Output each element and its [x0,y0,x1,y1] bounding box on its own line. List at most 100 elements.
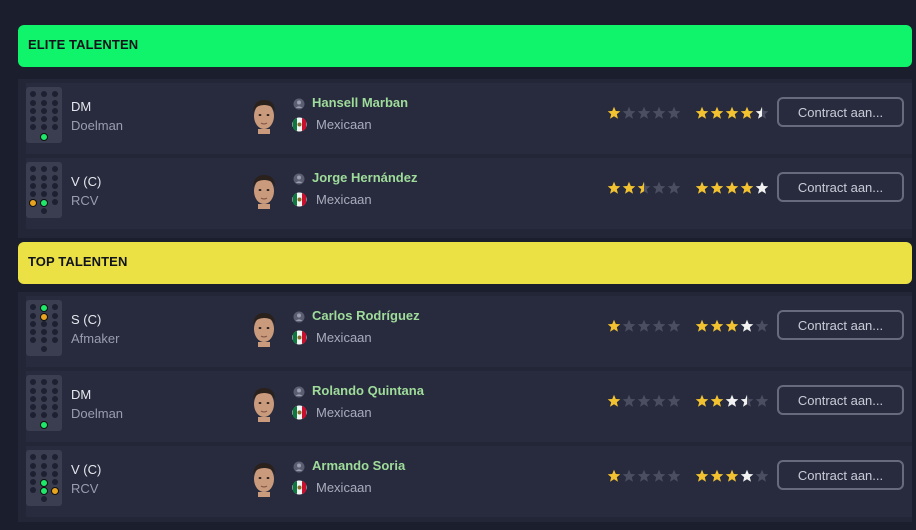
pitch-slot [52,124,58,130]
star-icon [622,106,636,119]
pitch-position-dot [40,199,48,207]
pitch-slot [41,396,47,402]
pitch-slot [30,396,36,402]
offer-contract-button[interactable]: Contract aan... [777,385,904,415]
star-icon [607,469,621,482]
offer-contract-button[interactable]: Contract aan... [777,310,904,340]
current-ability-stars [607,469,681,483]
position-label: DM [71,99,92,114]
person-icon [293,311,305,323]
star-icon [622,319,636,332]
nationality-label: Mexicaan [316,330,372,345]
mexico-flag-icon [292,330,307,345]
star-icon [637,181,651,194]
pitch-slot [52,175,58,181]
pitch-slot [52,329,58,335]
pitch-slot [52,304,58,310]
pitch-position-dot [40,133,48,141]
pitch-position-dot [51,487,59,495]
person-icon [293,386,305,398]
star-icon [667,181,681,194]
pitch-slot [41,124,47,130]
offer-contract-button[interactable]: Contract aan... [777,172,904,202]
player-row[interactable]: V (C) RCV Jorge Hernández Mexicaan Contr… [26,158,912,229]
star-icon [710,106,724,119]
star-icon [740,319,754,332]
star-icon [667,469,681,482]
player-name[interactable]: Rolando Quintana [312,383,424,398]
pitch-slot [52,396,58,402]
pitch-slot [52,313,58,319]
current-ability-stars [607,394,681,408]
nationality-label: Mexicaan [316,480,372,495]
star-icon [755,469,769,482]
pitch-slot [30,191,36,197]
star-icon [725,106,739,119]
pitch-slot [52,100,58,106]
pitch-slot [52,454,58,460]
player-name[interactable]: Armando Soria [312,458,405,473]
star-icon [637,106,651,119]
potential-ability-stars [695,394,769,408]
potential-ability-stars [695,469,769,483]
pitch-slot [52,471,58,477]
pitch-slot [41,463,47,469]
star-icon [607,319,621,332]
star-icon [755,394,769,407]
position-pitch-icon [26,162,62,218]
pitch-slot [30,304,36,310]
player-row[interactable]: DM Doelman Hansell Marban Mexicaan Contr… [26,83,912,154]
star-icon [667,394,681,407]
player-face-icon [253,175,275,209]
player-face-icon [253,463,275,497]
pitch-slot [41,412,47,418]
nationality-label: Mexicaan [316,117,372,132]
player-name[interactable]: Carlos Rodríguez [312,308,420,323]
star-icon [607,106,621,119]
star-icon [637,394,651,407]
pitch-slot [52,379,58,385]
pitch-slot [41,496,47,502]
pitch-slot [41,116,47,122]
pitch-slot [30,388,36,394]
star-icon [652,469,666,482]
position-label: V (C) [71,462,102,477]
pitch-slot [52,191,58,197]
offer-contract-button[interactable]: Contract aan... [777,460,904,490]
player-row[interactable]: S (C) Afmaker Carlos Rodríguez Mexicaan … [26,296,912,367]
pitch-slot [52,183,58,189]
player-row[interactable]: DM Doelman Rolando Quintana Mexicaan Con… [26,371,912,442]
pitch-slot [52,91,58,97]
position-label: S (C) [71,312,102,327]
current-ability-stars [607,106,681,120]
mexico-flag-icon [292,192,307,207]
pitch-position-dot [40,313,48,321]
position-pitch-icon [26,375,62,431]
offer-contract-button[interactable]: Contract aan... [777,97,904,127]
player-face-icon [253,388,275,422]
pitch-slot [41,100,47,106]
nationality-label: Mexicaan [316,192,372,207]
mexico-flag-icon [292,405,307,420]
pitch-slot [52,116,58,122]
pitch-position-dot [40,487,48,495]
pitch-slot [30,471,36,477]
player-face-icon [253,100,275,134]
player-face-icon [253,313,275,347]
pitch-slot [41,191,47,197]
star-icon [740,469,754,482]
pitch-slot [41,388,47,394]
player-name[interactable]: Jorge Hernández [312,170,417,185]
star-icon [740,394,754,407]
pitch-slot [52,199,58,205]
player-row[interactable]: V (C) RCV Armando Soria Mexicaan Contrac… [26,446,912,517]
player-name[interactable]: Hansell Marban [312,95,408,110]
pitch-slot [30,183,36,189]
mexico-flag-icon [292,480,307,495]
section-header-elite: ELITE TALENTEN [18,25,912,67]
role-label: Doelman [71,406,124,421]
pitch-slot [52,463,58,469]
pitch-slot [30,108,36,114]
role-label: Afmaker [71,331,120,346]
pitch-slot [52,166,58,172]
